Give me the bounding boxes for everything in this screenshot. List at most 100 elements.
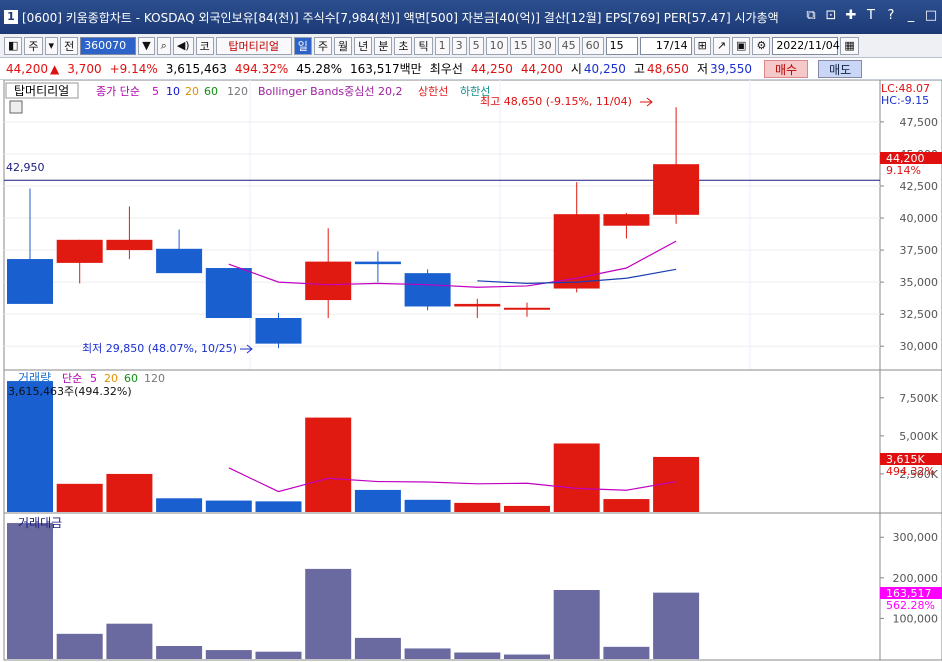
volume-bar bbox=[56, 483, 103, 512]
amount-bar bbox=[504, 654, 550, 659]
amount-bar bbox=[553, 590, 600, 659]
tab-tick[interactable]: 틱 bbox=[414, 36, 433, 55]
interval-15[interactable]: 15 bbox=[509, 36, 532, 55]
amount-bar bbox=[404, 648, 451, 659]
pin-icon[interactable]: ✚ bbox=[844, 8, 858, 23]
market-button[interactable]: 코 bbox=[195, 36, 214, 55]
best-quote-label: 최우선 bbox=[429, 62, 463, 76]
stock-code-input[interactable]: 360070 bbox=[80, 36, 137, 55]
volume-bar bbox=[404, 499, 451, 512]
period-dropdown[interactable]: ▾ bbox=[44, 36, 59, 55]
volume-bar bbox=[454, 502, 501, 512]
window-title: [0600] 키움종합차트 - KOSDAQ 외국인보유[84(천)] 주식수[… bbox=[22, 10, 779, 25]
help-icon[interactable]: ? bbox=[884, 8, 898, 23]
price-tick-label: 42,500 bbox=[900, 180, 939, 193]
ma-5: 5 bbox=[152, 85, 159, 98]
minimize-icon[interactable]: _ bbox=[904, 8, 918, 23]
layout-icon[interactable]: ◧ bbox=[4, 36, 23, 55]
high-annotation: 최고 48,650 (-9.15%, 11/04) bbox=[480, 95, 632, 108]
tab-year[interactable]: 년 bbox=[354, 36, 373, 55]
candle-body bbox=[354, 261, 401, 265]
tool-icon-1[interactable]: ⊞ bbox=[693, 36, 711, 55]
price-tick-label: 35,000 bbox=[900, 276, 939, 289]
open-label: 시 bbox=[570, 62, 582, 76]
price-tick-label: 30,000 bbox=[900, 340, 939, 353]
period-select[interactable]: 주 bbox=[24, 36, 43, 55]
low-label: 저 bbox=[696, 62, 708, 76]
save-icon[interactable]: ▣ bbox=[732, 36, 751, 55]
date-input[interactable]: 2022/11/04 bbox=[772, 36, 840, 55]
stock-chart[interactable]: 47,50045,00042,50040,00037,50035,00032,5… bbox=[0, 80, 942, 662]
window-number: 1 bbox=[4, 10, 18, 24]
grid-toggle-icon[interactable] bbox=[9, 100, 23, 114]
bb-label: Bollinger Bands중심선 20,2 bbox=[258, 85, 403, 98]
settings-icon[interactable]: ⚙ bbox=[752, 36, 771, 55]
volume-pct-axis: 494.32% bbox=[886, 465, 935, 478]
amount-panel: 300,000 200,000 100,000 bbox=[3, 512, 942, 661]
window-icon-1[interactable]: ⧉ bbox=[804, 8, 818, 23]
stock-name[interactable]: 탑머티리얼 bbox=[215, 36, 292, 55]
volume-bar bbox=[553, 443, 600, 512]
interval-1[interactable]: 1 bbox=[434, 36, 450, 55]
window-icon-2[interactable]: ⊡ bbox=[824, 8, 838, 23]
volume-bar bbox=[603, 499, 650, 512]
candle-body bbox=[106, 239, 153, 251]
ma-60: 60 bbox=[204, 85, 218, 98]
price-indicator-name: 탑머티리얼 bbox=[14, 84, 69, 98]
amount-label: 거래대금 bbox=[18, 516, 62, 530]
search-icon[interactable]: ⌕ bbox=[156, 36, 171, 55]
draw-icon[interactable]: ↗ bbox=[712, 36, 731, 55]
volume-panel: 7,500K5,000K2,500K bbox=[3, 369, 942, 514]
tab-minute[interactable]: 분 bbox=[374, 36, 393, 55]
interval-45[interactable]: 45 bbox=[557, 36, 580, 55]
trade-amount: 163,517백만 bbox=[350, 62, 422, 76]
quote-status-bar: 44,200 ▲ 3,700 +9.14% 3,615,463 494.32% … bbox=[0, 58, 942, 80]
sell-button[interactable]: 매도 bbox=[818, 59, 863, 78]
interval-3[interactable]: 3 bbox=[451, 36, 467, 55]
ma-20: 20 bbox=[185, 85, 199, 98]
count-input[interactable]: 15 bbox=[605, 36, 638, 55]
page-indicator: 17/14 bbox=[639, 36, 692, 55]
candle-body bbox=[404, 273, 451, 307]
high-price: 48,650 bbox=[646, 61, 689, 76]
interval-60[interactable]: 60 bbox=[581, 36, 604, 55]
tab-day[interactable]: 일 bbox=[293, 36, 312, 55]
interval-10[interactable]: 10 bbox=[485, 36, 508, 55]
sound-icon[interactable]: ◀) bbox=[172, 36, 194, 55]
tab-week[interactable]: 주 bbox=[313, 36, 332, 55]
text-icon[interactable]: T bbox=[864, 8, 878, 23]
interval-30[interactable]: 30 bbox=[533, 36, 556, 55]
price-tick-label: 40,000 bbox=[900, 212, 939, 225]
up-arrow-icon: ▲ bbox=[50, 61, 60, 76]
best-buy: 44,200 bbox=[520, 61, 563, 76]
amount-bar bbox=[354, 637, 401, 659]
interval-5[interactable]: 5 bbox=[468, 36, 484, 55]
tab-second[interactable]: 초 bbox=[394, 36, 413, 55]
code-dropdown[interactable]: ▼ bbox=[138, 36, 155, 55]
bb-upper-label: 상한선 bbox=[418, 85, 448, 98]
volume-bar bbox=[156, 498, 203, 512]
calendar-icon[interactable]: ▦ bbox=[840, 36, 859, 55]
ma-120: 120 bbox=[227, 85, 248, 98]
volume-value: 3,615,463주(494.32%) bbox=[8, 385, 132, 398]
amount-tick-label: 300,000 bbox=[893, 531, 939, 544]
prev-button[interactable]: 전 bbox=[60, 36, 79, 55]
price-change: 3,700 bbox=[67, 61, 102, 76]
volume-bar bbox=[305, 417, 352, 512]
maximize-icon[interactable]: □ bbox=[924, 8, 938, 23]
high-label: 고 bbox=[633, 62, 645, 76]
candle-body bbox=[156, 248, 203, 274]
change-pct: +9.14% bbox=[109, 61, 158, 76]
ma-label: 종가 단순 bbox=[96, 85, 140, 98]
amount-bar bbox=[653, 592, 700, 659]
tab-month[interactable]: 월 bbox=[333, 36, 353, 55]
candle-body bbox=[603, 214, 650, 226]
amount-bar bbox=[603, 646, 650, 659]
buy-button[interactable]: 매수 bbox=[764, 59, 809, 78]
candle-body bbox=[653, 164, 700, 215]
amount-tick-label: 200,000 bbox=[893, 572, 939, 585]
amount-bar bbox=[454, 652, 501, 659]
hc-label: HC:-9.15 bbox=[881, 94, 929, 107]
price-tick-label: 37,500 bbox=[900, 244, 939, 257]
low-price: 39,550 bbox=[710, 61, 752, 76]
